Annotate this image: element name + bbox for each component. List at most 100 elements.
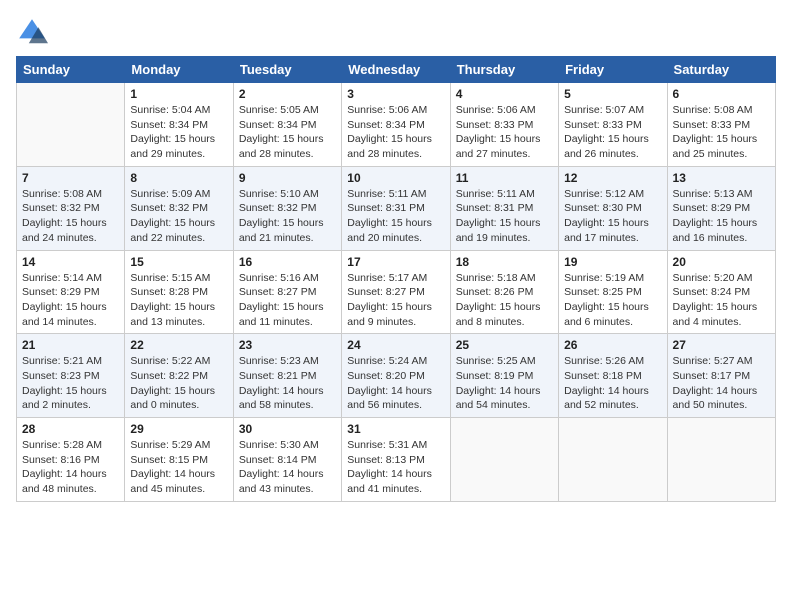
day-number: 16: [239, 255, 336, 269]
sunset: Sunset: 8:33 PM: [673, 119, 751, 131]
day-info: Sunrise: 5:16 AM Sunset: 8:27 PM Dayligh…: [239, 271, 336, 330]
sunset: Sunset: 8:17 PM: [673, 370, 751, 382]
calendar-cell: 26 Sunrise: 5:26 AM Sunset: 8:18 PM Dayl…: [559, 334, 667, 418]
daylight: Daylight: 14 hours and 43 minutes.: [239, 468, 324, 495]
sunset: Sunset: 8:29 PM: [22, 286, 100, 298]
day-number: 11: [456, 171, 553, 185]
day-number: 25: [456, 338, 553, 352]
sunset: Sunset: 8:28 PM: [130, 286, 208, 298]
daylight: Daylight: 15 hours and 27 minutes.: [456, 133, 541, 160]
day-info: Sunrise: 5:19 AM Sunset: 8:25 PM Dayligh…: [564, 271, 661, 330]
calendar-cell: 5 Sunrise: 5:07 AM Sunset: 8:33 PM Dayli…: [559, 83, 667, 167]
daylight: Daylight: 15 hours and 25 minutes.: [673, 133, 758, 160]
daylight: Daylight: 14 hours and 56 minutes.: [347, 385, 432, 412]
sunrise: Sunrise: 5:24 AM: [347, 355, 427, 367]
sunrise: Sunrise: 5:13 AM: [673, 188, 753, 200]
calendar-week-row: 7 Sunrise: 5:08 AM Sunset: 8:32 PM Dayli…: [17, 166, 776, 250]
day-number: 13: [673, 171, 770, 185]
logo-icon: [16, 16, 48, 48]
day-number: 29: [130, 422, 227, 436]
calendar-cell: 12 Sunrise: 5:12 AM Sunset: 8:30 PM Dayl…: [559, 166, 667, 250]
calendar-week-row: 1 Sunrise: 5:04 AM Sunset: 8:34 PM Dayli…: [17, 83, 776, 167]
calendar-cell: 25 Sunrise: 5:25 AM Sunset: 8:19 PM Dayl…: [450, 334, 558, 418]
sunrise: Sunrise: 5:15 AM: [130, 272, 210, 284]
sunrise: Sunrise: 5:27 AM: [673, 355, 753, 367]
calendar-cell: 10 Sunrise: 5:11 AM Sunset: 8:31 PM Dayl…: [342, 166, 450, 250]
sunrise: Sunrise: 5:31 AM: [347, 439, 427, 451]
calendar-cell: 11 Sunrise: 5:11 AM Sunset: 8:31 PM Dayl…: [450, 166, 558, 250]
day-info: Sunrise: 5:22 AM Sunset: 8:22 PM Dayligh…: [130, 354, 227, 413]
daylight: Daylight: 15 hours and 16 minutes.: [673, 217, 758, 244]
day-info: Sunrise: 5:11 AM Sunset: 8:31 PM Dayligh…: [456, 187, 553, 246]
sunrise: Sunrise: 5:25 AM: [456, 355, 536, 367]
day-number: 4: [456, 87, 553, 101]
day-info: Sunrise: 5:14 AM Sunset: 8:29 PM Dayligh…: [22, 271, 119, 330]
header-thursday: Thursday: [450, 57, 558, 83]
header-sunday: Sunday: [17, 57, 125, 83]
sunset: Sunset: 8:29 PM: [673, 202, 751, 214]
calendar-cell: 24 Sunrise: 5:24 AM Sunset: 8:20 PM Dayl…: [342, 334, 450, 418]
sunset: Sunset: 8:15 PM: [130, 454, 208, 466]
day-number: 20: [673, 255, 770, 269]
sunrise: Sunrise: 5:06 AM: [347, 104, 427, 116]
day-info: Sunrise: 5:13 AM Sunset: 8:29 PM Dayligh…: [673, 187, 770, 246]
calendar-cell: 15 Sunrise: 5:15 AM Sunset: 8:28 PM Dayl…: [125, 250, 233, 334]
calendar-cell: 28 Sunrise: 5:28 AM Sunset: 8:16 PM Dayl…: [17, 418, 125, 502]
sunrise: Sunrise: 5:16 AM: [239, 272, 319, 284]
sunset: Sunset: 8:14 PM: [239, 454, 317, 466]
day-info: Sunrise: 5:04 AM Sunset: 8:34 PM Dayligh…: [130, 103, 227, 162]
calendar-cell: 30 Sunrise: 5:30 AM Sunset: 8:14 PM Dayl…: [233, 418, 341, 502]
sunrise: Sunrise: 5:30 AM: [239, 439, 319, 451]
header-friday: Friday: [559, 57, 667, 83]
sunset: Sunset: 8:34 PM: [130, 119, 208, 131]
calendar-cell: 27 Sunrise: 5:27 AM Sunset: 8:17 PM Dayl…: [667, 334, 775, 418]
sunset: Sunset: 8:23 PM: [22, 370, 100, 382]
day-number: 19: [564, 255, 661, 269]
calendar-cell: 6 Sunrise: 5:08 AM Sunset: 8:33 PM Dayli…: [667, 83, 775, 167]
day-info: Sunrise: 5:24 AM Sunset: 8:20 PM Dayligh…: [347, 354, 444, 413]
calendar-cell: 17 Sunrise: 5:17 AM Sunset: 8:27 PM Dayl…: [342, 250, 450, 334]
day-number: 24: [347, 338, 444, 352]
sunrise: Sunrise: 5:12 AM: [564, 188, 644, 200]
day-info: Sunrise: 5:08 AM Sunset: 8:32 PM Dayligh…: [22, 187, 119, 246]
day-number: 30: [239, 422, 336, 436]
sunset: Sunset: 8:27 PM: [347, 286, 425, 298]
sunset: Sunset: 8:24 PM: [673, 286, 751, 298]
sunrise: Sunrise: 5:28 AM: [22, 439, 102, 451]
day-number: 12: [564, 171, 661, 185]
calendar-cell: 31 Sunrise: 5:31 AM Sunset: 8:13 PM Dayl…: [342, 418, 450, 502]
day-info: Sunrise: 5:20 AM Sunset: 8:24 PM Dayligh…: [673, 271, 770, 330]
day-info: Sunrise: 5:17 AM Sunset: 8:27 PM Dayligh…: [347, 271, 444, 330]
sunset: Sunset: 8:31 PM: [456, 202, 534, 214]
sunrise: Sunrise: 5:11 AM: [456, 188, 535, 200]
sunrise: Sunrise: 5:17 AM: [347, 272, 427, 284]
daylight: Daylight: 14 hours and 41 minutes.: [347, 468, 432, 495]
calendar-cell: 22 Sunrise: 5:22 AM Sunset: 8:22 PM Dayl…: [125, 334, 233, 418]
logo: [16, 16, 52, 48]
daylight: Daylight: 15 hours and 14 minutes.: [22, 301, 107, 328]
daylight: Daylight: 14 hours and 52 minutes.: [564, 385, 649, 412]
daylight: Daylight: 15 hours and 6 minutes.: [564, 301, 649, 328]
calendar-cell: 21 Sunrise: 5:21 AM Sunset: 8:23 PM Dayl…: [17, 334, 125, 418]
daylight: Daylight: 15 hours and 2 minutes.: [22, 385, 107, 412]
calendar-table: SundayMondayTuesdayWednesdayThursdayFrid…: [16, 56, 776, 502]
day-number: 2: [239, 87, 336, 101]
sunrise: Sunrise: 5:29 AM: [130, 439, 210, 451]
day-info: Sunrise: 5:09 AM Sunset: 8:32 PM Dayligh…: [130, 187, 227, 246]
sunrise: Sunrise: 5:08 AM: [22, 188, 102, 200]
day-number: 26: [564, 338, 661, 352]
daylight: Daylight: 15 hours and 17 minutes.: [564, 217, 649, 244]
day-info: Sunrise: 5:07 AM Sunset: 8:33 PM Dayligh…: [564, 103, 661, 162]
calendar-cell: 29 Sunrise: 5:29 AM Sunset: 8:15 PM Dayl…: [125, 418, 233, 502]
sunrise: Sunrise: 5:23 AM: [239, 355, 319, 367]
day-number: 17: [347, 255, 444, 269]
daylight: Daylight: 15 hours and 8 minutes.: [456, 301, 541, 328]
sunrise: Sunrise: 5:04 AM: [130, 104, 210, 116]
page-header: [16, 16, 776, 48]
day-number: 3: [347, 87, 444, 101]
sunset: Sunset: 8:32 PM: [239, 202, 317, 214]
sunrise: Sunrise: 5:18 AM: [456, 272, 536, 284]
sunrise: Sunrise: 5:06 AM: [456, 104, 536, 116]
day-number: 6: [673, 87, 770, 101]
day-number: 9: [239, 171, 336, 185]
